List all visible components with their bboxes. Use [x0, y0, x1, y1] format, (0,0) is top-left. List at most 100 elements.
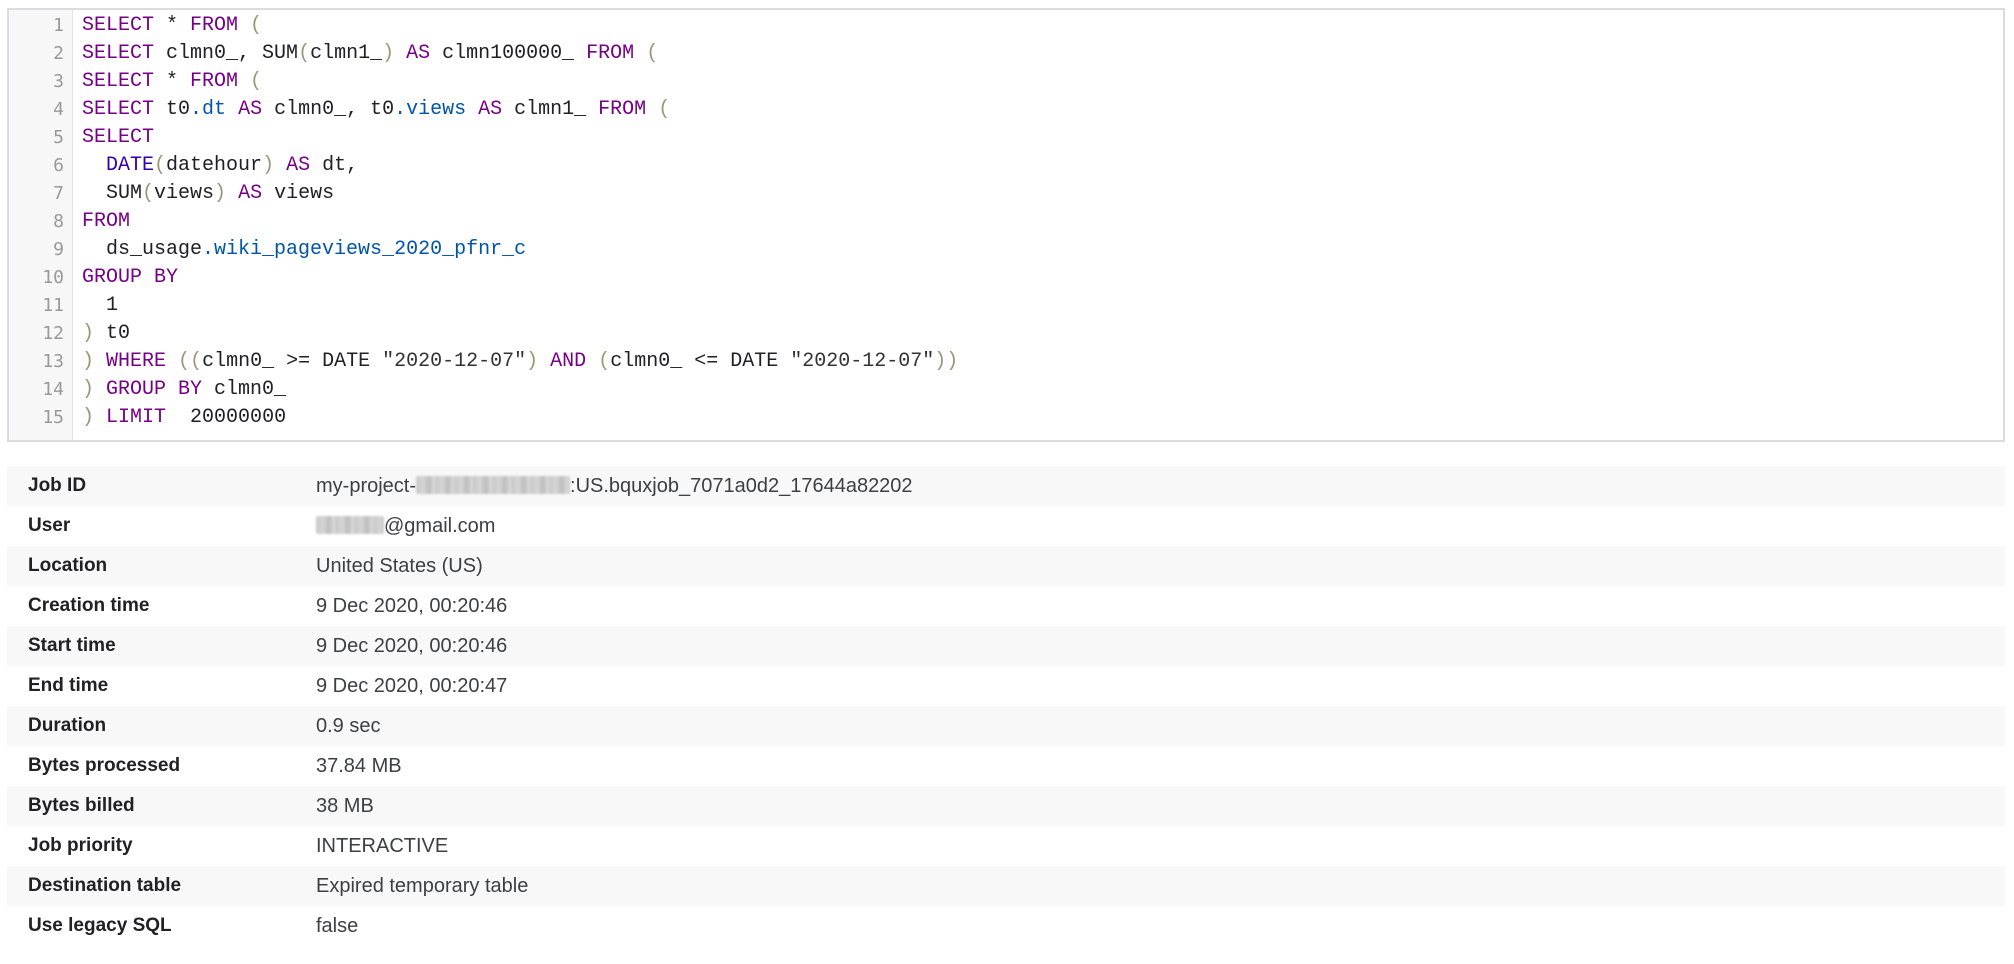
code-token: clmn0_ >= DATE	[202, 350, 383, 373]
code-text[interactable]: ) WHERE ((clmn0_ >= DATE "2020-12-07") A…	[82, 348, 958, 376]
destination-table-value: Expired temporary table	[316, 875, 529, 897]
code-line[interactable]: 6 DATE(datehour) AS dt,	[9, 152, 2003, 180]
creation-time-label: Creation time	[28, 595, 150, 616]
line-number: 6	[53, 155, 64, 176]
code-token: clmn0_	[202, 378, 287, 401]
code-token: clmn0_, t0	[262, 98, 395, 121]
code-line[interactable]: 7 SUM(views) AS views	[9, 180, 2003, 208]
code-line[interactable]: 1 SELECT * FROM (	[9, 12, 2003, 40]
line-number: 11	[42, 295, 64, 316]
line-number: 9	[53, 239, 64, 260]
code-token: ds_usage	[82, 238, 203, 261]
code-token: (	[238, 14, 263, 37]
code-token: t0	[154, 98, 191, 121]
code-line[interactable]: 12) t0	[9, 320, 2003, 348]
code-token: "2020-12-07"	[790, 350, 935, 373]
code-line[interactable]: 13) WHERE ((clmn0_ >= DATE "2020-12-07")…	[9, 348, 2003, 376]
code-token: GROUP BY	[106, 378, 203, 401]
code-token: *	[154, 14, 191, 37]
code-text[interactable]: DATE(datehour) AS dt,	[82, 152, 358, 180]
code-text[interactable]: SELECT * FROM (	[82, 12, 262, 40]
code-token: )	[214, 182, 227, 205]
code-text[interactable]: ) LIMIT 20000000	[82, 404, 286, 432]
code-line[interactable]: 5 SELECT	[9, 124, 2003, 152]
code-text[interactable]: SELECT	[82, 124, 154, 152]
code-text[interactable]: GROUP BY	[82, 264, 178, 292]
code-token: AND	[550, 350, 587, 373]
start-time-label: Start time	[28, 635, 116, 656]
code-token: (	[634, 42, 659, 65]
end-time-value: 9 Dec 2020, 00:20:47	[316, 675, 508, 697]
job-id-suffix: :US.bquxjob_7071a0d2_17644a82202	[570, 475, 913, 497]
code-token: FROM	[82, 210, 131, 233]
code-line[interactable]: 15 ) LIMIT 20000000	[9, 404, 2003, 432]
code-token: clmn100000_	[430, 42, 587, 65]
code-line[interactable]: 3 SELECT * FROM (	[9, 68, 2003, 96]
bytes-processed-value: 37.84 MB	[316, 755, 402, 777]
line-number: 7	[53, 183, 64, 204]
info-row-bytes-processed: Bytes processed 37.84 MB	[7, 746, 2005, 786]
code-token: AS	[238, 98, 263, 121]
code-token: )	[262, 154, 275, 177]
code-token: views	[262, 182, 335, 205]
code-line[interactable]: 14) GROUP BY clmn0_	[9, 376, 2003, 404]
code-text[interactable]: ds_usage.wiki_pageviews_2020_pfnr_c	[82, 236, 526, 264]
info-row-location: Location United States (US)	[7, 546, 2005, 586]
code-text[interactable]: SUM(views) AS views	[82, 180, 334, 208]
code-line[interactable]: 10 GROUP BY	[9, 264, 2003, 292]
line-number: 2	[53, 43, 64, 64]
code-token: "2020-12-07"	[382, 350, 527, 373]
code-text[interactable]: FROM	[82, 208, 130, 236]
code-text[interactable]: SELECT t0.dt AS clmn0_, t0.views AS clmn…	[82, 96, 670, 124]
code-line[interactable]: 8 FROM	[9, 208, 2003, 236]
code-line[interactable]: 4 SELECT t0.dt AS clmn0_, t0.views AS clm…	[9, 96, 2003, 124]
redacted-username	[316, 515, 384, 534]
job-priority-value: INTERACTIVE	[316, 835, 449, 857]
code-line[interactable]: 9 ds_usage.wiki_pageviews_2020_pfnr_c	[9, 236, 2003, 264]
line-number: 10	[42, 267, 64, 288]
info-row-job-priority: Job priority INTERACTIVE	[7, 826, 2005, 866]
info-row-end-time: End time 9 Dec 2020, 00:20:47	[7, 666, 2005, 706]
code-text[interactable]: ) GROUP BY clmn0_	[82, 376, 286, 404]
code-token: (	[646, 98, 671, 121]
code-token: datehour	[166, 154, 263, 177]
line-number: 15	[42, 407, 64, 428]
sql-editor[interactable]: 1 SELECT * FROM (2 SELECT clmn0_, SUM(clmn…	[7, 8, 2005, 442]
code-line[interactable]: 11 1	[9, 292, 2003, 320]
duration-value: 0.9 sec	[316, 715, 381, 737]
code-token: FROM	[190, 70, 239, 93]
code-text[interactable]: SELECT * FROM (	[82, 68, 262, 96]
code-token: LIMIT	[106, 406, 167, 429]
line-number: 8	[53, 211, 64, 232]
user-value: @gmail.com	[316, 506, 495, 546]
code-token: .views	[394, 98, 467, 121]
code-text[interactable]: SELECT clmn0_, SUM(clmn1_) AS clmn100000…	[82, 40, 658, 68]
code-token: AS	[406, 42, 431, 65]
end-time-label: End time	[28, 675, 109, 696]
code-token: ))	[934, 350, 959, 373]
job-id-prefix: my-project-	[316, 475, 417, 497]
duration-label: Duration	[28, 715, 107, 736]
code-text[interactable]: ) t0	[82, 320, 130, 348]
code-token: SELECT	[82, 14, 155, 37]
code-text[interactable]: 1	[82, 292, 118, 320]
line-number: 3	[53, 71, 64, 92]
code-token: DATE	[106, 154, 155, 177]
line-number: 4	[53, 99, 64, 120]
code-token: (	[154, 154, 167, 177]
bytes-billed-value: 38 MB	[316, 795, 374, 817]
line-number: 13	[42, 351, 64, 372]
bytes-billed-label: Bytes billed	[28, 795, 135, 816]
code-token: (	[586, 350, 611, 373]
info-row-duration: Duration 0.9 sec	[7, 706, 2005, 746]
code-token: 20000000	[166, 406, 287, 429]
code-token: )	[526, 350, 539, 373]
code-token: t0	[94, 322, 131, 345]
code-token: views	[154, 182, 215, 205]
code-line[interactable]: 2 SELECT clmn0_, SUM(clmn1_) AS clmn10000…	[9, 40, 2003, 68]
code-token: AS	[478, 98, 503, 121]
